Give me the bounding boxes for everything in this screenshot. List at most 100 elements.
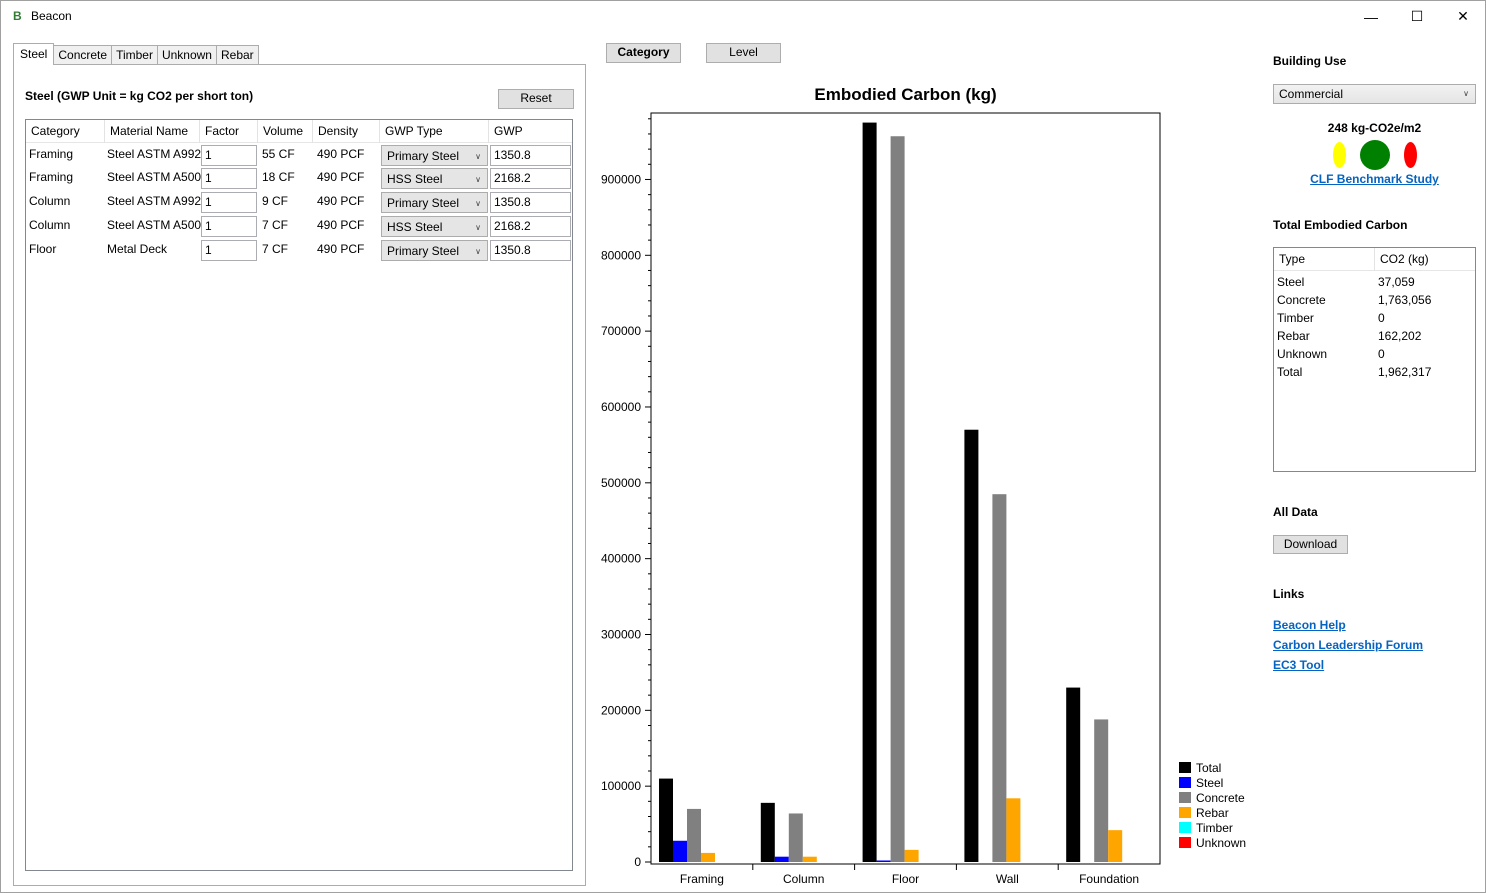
bar-rebar-column[interactable]: [802, 856, 817, 862]
column-header-volume[interactable]: Volume: [258, 120, 313, 143]
carbon-leadership-forum-link[interactable]: Carbon Leadership Forum: [1273, 638, 1423, 652]
table-row[interactable]: Framing Steel ASTM A992 1 55 CF 490 PCF …: [26, 144, 572, 168]
table-row[interactable]: Column Steel ASTM A992 1 9 CF 490 PCF Pr…: [26, 191, 572, 215]
tab-unknown[interactable]: Unknown: [156, 45, 217, 65]
table-row[interactable]: Rebar 162,202: [1274, 327, 1475, 345]
building-use-value: Commercial: [1279, 87, 1344, 101]
y-tick-label: 0: [634, 855, 641, 869]
beacon-help-link[interactable]: Beacon Help: [1273, 618, 1346, 632]
grid-header: Category Material Name Factor Volume Den…: [26, 120, 572, 143]
gwp-input[interactable]: 1350.8: [490, 240, 571, 261]
gwp-input[interactable]: 1350.8: [490, 192, 571, 213]
chevron-down-icon: ∨: [475, 247, 481, 256]
column-header-type[interactable]: Type: [1274, 248, 1375, 271]
cell-material: Steel ASTM A500: [107, 170, 202, 184]
gwp-type-select[interactable]: Primary Steel ∨: [381, 145, 488, 166]
column-header-material[interactable]: Material Name: [105, 120, 200, 143]
table-row[interactable]: Steel 37,059: [1274, 273, 1475, 291]
bar-concrete-foundation[interactable]: [1094, 719, 1109, 862]
gwp-type-select[interactable]: HSS Steel ∨: [381, 216, 488, 237]
bar-concrete-framing[interactable]: [687, 808, 701, 862]
bar-concrete-floor[interactable]: [890, 136, 905, 863]
bar-total-foundation[interactable]: [1066, 687, 1081, 862]
bar-steel-floor[interactable]: [876, 860, 891, 862]
clf-benchmark-link[interactable]: CLF Benchmark Study: [1273, 172, 1476, 186]
legend-swatch-unknown: [1179, 837, 1191, 848]
bar-total-floor[interactable]: [862, 122, 877, 863]
close-button[interactable]: ✕: [1440, 1, 1486, 32]
cell-density: 490 PCF: [317, 170, 365, 184]
cell-volume: 7 CF: [262, 218, 289, 232]
column-header-category[interactable]: Category: [26, 120, 105, 143]
bar-total-column[interactable]: [760, 802, 775, 862]
x-tick-label: Framing: [680, 872, 724, 886]
tab-concrete[interactable]: Concrete: [53, 45, 113, 65]
gwp-type-select[interactable]: Primary Steel ∨: [381, 240, 488, 261]
cell-material: Steel ASTM A500: [107, 218, 202, 232]
table-row[interactable]: Framing Steel ASTM A500 1 18 CF 490 PCF …: [26, 167, 572, 191]
download-button[interactable]: Download: [1273, 535, 1348, 554]
bar-total-framing[interactable]: [659, 778, 673, 862]
column-header-gwp-type[interactable]: GWP Type: [380, 120, 489, 143]
chart-title: Embodied Carbon (kg): [814, 85, 997, 104]
ec3-tool-link[interactable]: EC3 Tool: [1273, 658, 1324, 672]
steel-tab-panel: Steel (GWP Unit = kg CO2 per short ton) …: [13, 64, 586, 886]
title-bar[interactable]: B Beacon — ☐ ✕: [1, 1, 1485, 32]
building-use-select[interactable]: Commercial ∨: [1273, 84, 1476, 104]
maximize-button[interactable]: ☐: [1394, 1, 1440, 32]
table-row[interactable]: Concrete 1,763,056: [1274, 291, 1475, 309]
tab-steel[interactable]: Steel: [13, 43, 55, 65]
gwp-input[interactable]: 1350.8: [490, 145, 571, 166]
building-use-label: Building Use: [1273, 54, 1347, 68]
column-header-factor[interactable]: Factor: [200, 120, 258, 143]
factor-input[interactable]: 1: [201, 192, 257, 213]
factor-input[interactable]: 1: [201, 145, 257, 166]
bar-concrete-column[interactable]: [788, 813, 803, 862]
legend-label-steel: Steel: [1196, 776, 1223, 790]
level-view-button[interactable]: Level: [706, 43, 781, 63]
x-tick-label: Foundation: [1079, 872, 1139, 886]
factor-input[interactable]: 1: [201, 168, 257, 189]
table-row[interactable]: Column Steel ASTM A500 1 7 CF 490 PCF HS…: [26, 215, 572, 239]
bar-rebar-wall[interactable]: [1006, 798, 1021, 862]
column-header-gwp[interactable]: GWP: [489, 120, 574, 143]
factor-input[interactable]: 1: [201, 216, 257, 237]
x-tick-label: Wall: [996, 872, 1019, 886]
y-tick-label: 100000: [601, 779, 641, 793]
legend-label-timber: Timber: [1196, 821, 1233, 835]
bar-steel-column[interactable]: [774, 856, 789, 862]
factor-input[interactable]: 1: [201, 240, 257, 261]
table-row[interactable]: Floor Metal Deck 1 7 CF 490 PCF Primary …: [26, 239, 572, 263]
bar-steel-framing[interactable]: [673, 840, 687, 862]
cell-volume: 55 CF: [262, 147, 295, 161]
table-row[interactable]: Timber 0: [1274, 309, 1475, 327]
gwp-input[interactable]: 2168.2: [490, 216, 571, 237]
y-tick-label: 300000: [601, 627, 641, 641]
co2-cell: 1,763,056: [1378, 293, 1432, 307]
x-tick-label: Floor: [892, 872, 919, 886]
category-view-button[interactable]: Category: [606, 43, 681, 63]
bar-concrete-wall[interactable]: [992, 494, 1007, 862]
bar-rebar-floor[interactable]: [904, 849, 919, 862]
column-header-density[interactable]: Density: [313, 120, 380, 143]
table-row[interactable]: Unknown 0: [1274, 345, 1475, 363]
beacon-logo-icon: B: [13, 9, 22, 23]
reset-button[interactable]: Reset: [498, 89, 574, 109]
tab-timber[interactable]: Timber: [111, 45, 158, 65]
gwp-input[interactable]: 2168.2: [490, 168, 571, 189]
y-tick-label: 400000: [601, 552, 641, 566]
gwp-type-select[interactable]: Primary Steel ∨: [381, 192, 488, 213]
table-row[interactable]: Total 1,962,317: [1274, 363, 1475, 381]
y-tick-label: 500000: [601, 476, 641, 490]
tab-rebar[interactable]: Rebar: [215, 45, 259, 65]
column-header-co2[interactable]: CO2 (kg): [1375, 248, 1475, 271]
cell-density: 490 PCF: [317, 194, 365, 208]
totals-grid: Type CO2 (kg) Steel 37,059 Concrete 1,76…: [1273, 247, 1476, 472]
bar-total-wall[interactable]: [964, 429, 979, 862]
y-tick-label: 700000: [601, 324, 641, 338]
gwp-type-select[interactable]: HSS Steel ∨: [381, 168, 488, 189]
bar-rebar-foundation[interactable]: [1108, 830, 1123, 862]
bar-rebar-framing[interactable]: [701, 852, 715, 862]
co2-cell: 0: [1378, 311, 1385, 325]
minimize-button[interactable]: —: [1348, 1, 1394, 32]
